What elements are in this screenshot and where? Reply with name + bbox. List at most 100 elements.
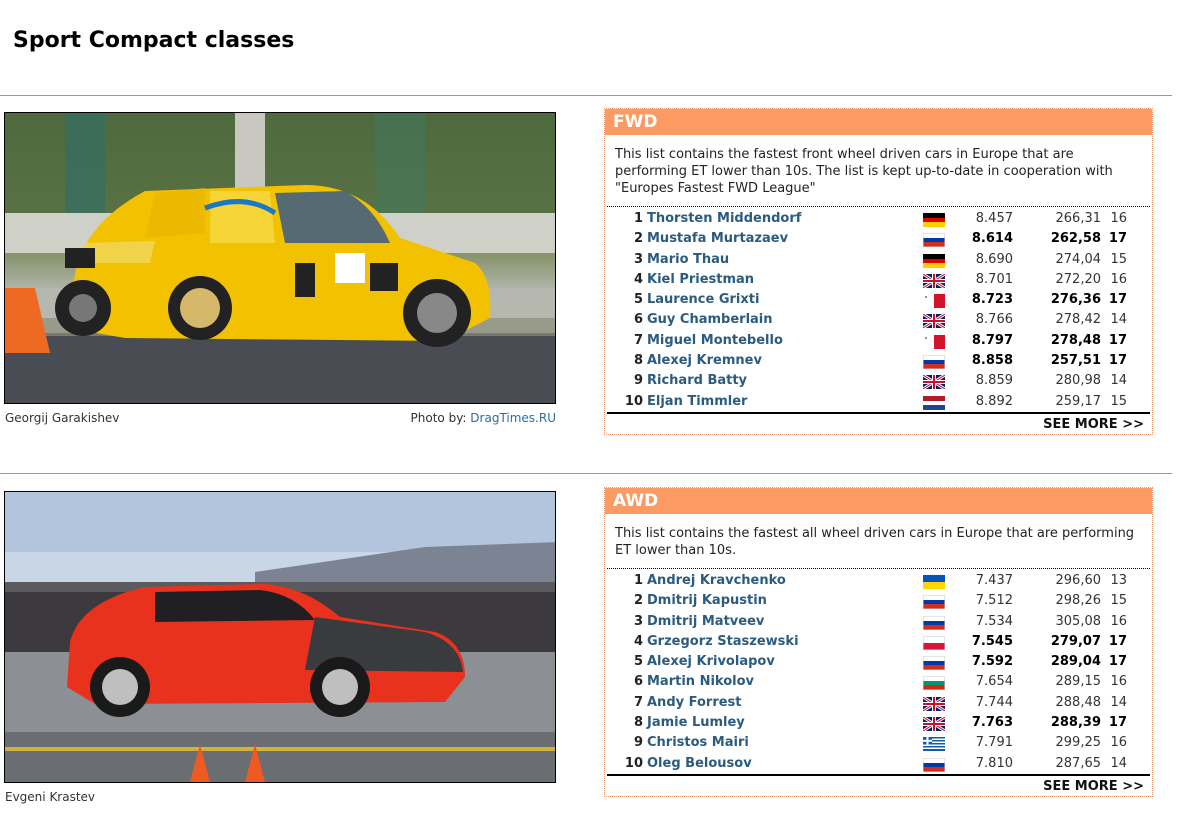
trap-speed: 287,65 — [1055, 755, 1102, 771]
driver-name-link[interactable]: Martin Nikolov — [647, 672, 754, 692]
rank-position: 10 — [624, 755, 643, 771]
trap-speed: 272,20 — [1055, 271, 1102, 287]
driver-name-link[interactable]: Alexej Krivolapov — [647, 652, 775, 672]
driver-name-link[interactable]: Miguel Montebello — [647, 331, 783, 351]
driver-name-link[interactable]: Alexej Kremnev — [647, 351, 762, 371]
elapsed-time: 7.534 — [975, 613, 1013, 629]
rank-position: 6 — [633, 674, 643, 690]
see-more-link[interactable]: SEE MORE >> — [607, 411, 1150, 434]
trap-speed: 280,98 — [1055, 373, 1102, 389]
driver-name-link[interactable]: Andy Forrest — [647, 693, 742, 713]
car-photo-yellow[interactable] — [4, 112, 556, 404]
rank-position: 8 — [633, 353, 643, 369]
section-divider — [0, 95, 1172, 96]
photo-credit-link[interactable]: DragTimes.RU — [470, 411, 556, 425]
driver-name-link[interactable]: Andrej Kravchenko — [647, 571, 786, 591]
rank-position: 2 — [633, 593, 643, 609]
poland-flag-icon — [923, 635, 945, 650]
elapsed-time: 8.457 — [975, 211, 1013, 226]
russia-flag-icon — [923, 615, 945, 630]
elapsed-time: 7.592 — [971, 654, 1013, 670]
year: 14 — [1110, 373, 1127, 389]
driver-name-link[interactable]: Guy Chamberlain — [647, 310, 773, 330]
photo-credit-label: Photo by: — [410, 411, 467, 425]
elapsed-time: 7.545 — [971, 633, 1013, 649]
year: 14 — [1110, 755, 1127, 771]
rank-position: 1 — [633, 573, 643, 588]
photo-caption: Evgeni Krastev — [5, 790, 96, 804]
malta-flag-icon — [923, 334, 945, 349]
ranking-row: 5 Laurence Grixti 8.723 276,36 17 — [607, 290, 1150, 310]
elapsed-time: 7.654 — [975, 674, 1013, 690]
ranking-row: 2 Dmitrij Kapustin 7.512 298,26 15 — [607, 591, 1150, 611]
trap-speed: 262,58 — [1050, 231, 1101, 247]
ranking-row: 9 Richard Batty 8.859 280,98 14 — [607, 371, 1150, 391]
elapsed-time: 8.723 — [971, 292, 1013, 308]
netherlands-flag-icon — [923, 395, 945, 410]
ranking-row: 10 Eljan Timmler 8.892 259,17 15 — [607, 392, 1150, 412]
trap-speed: 289,04 — [1050, 654, 1101, 670]
ranking-row: 4 Grzegorz Staszewski 7.545 279,07 17 — [607, 632, 1150, 652]
rank-position: 7 — [633, 694, 643, 710]
list-description: This list contains the fastest front whe… — [607, 135, 1150, 207]
ranking-row: 3 Dmitrij Matveev 7.534 305,08 16 — [607, 612, 1150, 632]
year: 17 — [1108, 292, 1127, 308]
ranking-row: 10 Oleg Belousov 7.810 287,65 14 — [607, 754, 1150, 774]
year: 15 — [1110, 593, 1127, 609]
trap-speed: 274,04 — [1055, 251, 1102, 267]
trap-speed: 259,17 — [1055, 393, 1102, 409]
bulgaria-flag-icon — [923, 676, 945, 691]
driver-name-link[interactable]: Eljan Timmler — [647, 392, 747, 412]
elapsed-time: 7.744 — [975, 694, 1013, 710]
driver-name-link[interactable]: Christos Mairi — [647, 733, 749, 753]
elapsed-time: 7.791 — [975, 735, 1013, 751]
rank-position: 4 — [633, 271, 643, 287]
photo-caption: Georgij Garakishev — [5, 411, 120, 425]
uk-flag-icon — [923, 375, 945, 390]
car-photo-red[interactable] — [4, 491, 556, 783]
photo-credit: Photo by: DragTimes.RU — [411, 411, 556, 425]
see-more-link[interactable]: SEE MORE >> — [607, 773, 1150, 796]
malta-flag-icon — [923, 294, 945, 309]
driver-name-link[interactable]: Oleg Belousov — [647, 754, 752, 774]
ranking-row: 1 Thorsten Middendorf 8.457 266,31 16 — [607, 209, 1150, 229]
trap-speed: 276,36 — [1050, 292, 1101, 308]
driver-name-link[interactable]: Dmitrij Matveev — [647, 612, 764, 632]
driver-name-link[interactable]: Richard Batty — [647, 371, 747, 391]
driver-name-link[interactable]: Laurence Grixti — [647, 290, 759, 310]
driver-name-link[interactable]: Dmitrij Kapustin — [647, 591, 767, 611]
driver-name-link[interactable]: Kiel Priestman — [647, 270, 754, 290]
year: 17 — [1108, 231, 1127, 247]
year: 14 — [1110, 312, 1127, 328]
driver-name-link[interactable]: Grzegorz Staszewski — [647, 632, 799, 652]
ranking-row: 1 Andrej Kravchenko 7.437 296,60 13 — [607, 571, 1150, 591]
elapsed-time: 8.858 — [971, 353, 1013, 369]
driver-name-link[interactable]: Jamie Lumley — [647, 713, 745, 733]
year: 17 — [1108, 332, 1127, 348]
ranking-row: 2 Mustafa Murtazaev 8.614 262,58 17 — [607, 229, 1150, 249]
elapsed-time: 8.701 — [975, 271, 1013, 287]
ranking-row: 8 Alexej Kremnev 8.858 257,51 17 — [607, 351, 1150, 371]
driver-name-link[interactable]: Mario Thau — [647, 250, 729, 270]
rank-position: 4 — [633, 633, 643, 649]
elapsed-time: 7.437 — [975, 573, 1013, 588]
year: 17 — [1108, 633, 1127, 649]
awd-list-box: AWD This list contains the fastest all w… — [604, 487, 1153, 797]
trap-speed: 278,42 — [1055, 312, 1102, 328]
russia-flag-icon — [923, 595, 945, 610]
driver-name-link[interactable]: Mustafa Murtazaev — [647, 229, 788, 249]
elapsed-time: 7.810 — [975, 755, 1013, 771]
rank-position: 6 — [633, 312, 643, 328]
rank-position: 5 — [633, 292, 643, 308]
elapsed-time: 8.797 — [971, 332, 1013, 348]
driver-name-link[interactable]: Thorsten Middendorf — [647, 209, 801, 229]
trap-speed: 296,60 — [1055, 573, 1102, 588]
rank-position: 10 — [624, 393, 643, 409]
russia-flag-icon — [923, 355, 945, 370]
uk-flag-icon — [923, 273, 945, 288]
year: 16 — [1110, 271, 1127, 287]
russia-flag-icon — [923, 233, 945, 248]
rank-position: 1 — [633, 211, 643, 226]
ranking-list: 1 Thorsten Middendorf 8.457 266,31 16 2 Mustaf… — [607, 207, 1150, 412]
elapsed-time: 8.859 — [975, 373, 1013, 389]
